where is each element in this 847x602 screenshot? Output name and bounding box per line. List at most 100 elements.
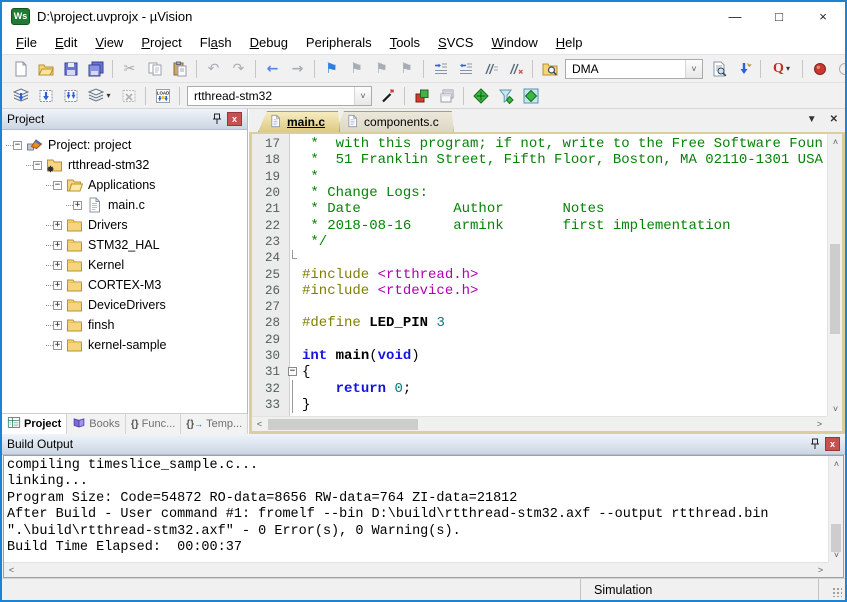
toggle-bookmark-icon[interactable]: ⚑ [319,58,344,80]
build-vertical-scrollbar[interactable]: ˄ ˅ [828,456,843,562]
navigate-forward-icon[interactable]: → [285,58,310,80]
panel-tab-books[interactable]: Books [67,414,126,434]
tree-item-kernel[interactable]: +Kernel [2,255,247,275]
menu-project[interactable]: Project [132,32,190,53]
funnel-diamond-icon[interactable] [493,85,518,107]
open-file-icon[interactable] [33,58,58,80]
editor-vertical-scrollbar[interactable]: ˄ ˅ [827,134,842,416]
expand-icon[interactable]: + [53,241,62,250]
tree-item-kernel-sample[interactable]: +kernel-sample [2,335,247,355]
tree-item-applications[interactable]: −Applications [2,175,247,195]
window-stack-icon[interactable] [434,85,459,107]
build-horizontal-scrollbar[interactable]: ˂ ˃ [4,562,828,577]
translate-icon[interactable] [8,85,33,107]
scroll-down-icon[interactable]: ˅ [828,401,843,416]
find-in-files-icon[interactable] [537,58,562,80]
editor-horizontal-scrollbar[interactable]: ˂ ˃ [252,416,827,431]
pin-icon[interactable] [808,437,822,451]
editor-tab-components-c[interactable]: components.c [335,111,454,132]
scroll-left-icon[interactable]: ˂ [4,563,19,578]
green-diamond-icon[interactable] [468,85,493,107]
expand-icon[interactable]: + [53,321,62,330]
toggle-breakpoint-icon[interactable] [807,58,832,80]
expand-icon[interactable]: + [53,221,62,230]
editor-hscroll-thumb[interactable] [268,419,418,430]
next-bookmark-icon[interactable]: ⚑ [369,58,394,80]
scroll-right-icon[interactable]: ˃ [812,417,827,432]
boxed-diamond-icon[interactable] [518,85,543,107]
collapse-icon[interactable]: − [53,181,62,190]
tree-item-stm32-hal[interactable]: +STM32_HAL [2,235,247,255]
panel-tab-func[interactable]: {}Func... [126,414,181,434]
editor-tab-main-c[interactable]: main.c [258,111,340,132]
menu-svcs[interactable]: SVCS [429,32,482,53]
tree-item-finsh[interactable]: +finsh [2,315,247,335]
incremental-find-icon[interactable] [731,58,756,80]
pin-icon[interactable] [210,112,224,126]
target-select[interactable]: rtthread-stm32˅ [187,86,372,106]
undo-icon[interactable]: ↶ [201,58,226,80]
build-icon[interactable] [33,85,58,107]
new-file-icon[interactable] [8,58,33,80]
close-document-icon[interactable]: ✕ [830,114,838,125]
search-combo-dropdown-icon[interactable]: ˅ [685,60,702,78]
comment-selection-icon[interactable] [478,58,503,80]
expand-icon[interactable]: + [53,261,62,270]
uncomment-selection-icon[interactable] [503,58,528,80]
resize-grip[interactable] [818,579,845,600]
tree-item-main-c[interactable]: +main.c [2,195,247,215]
code-viewport[interactable]: 17 * with this program; if not, write to… [252,134,827,416]
copy-icon[interactable] [142,58,167,80]
maximize-button[interactable]: □ [757,2,801,30]
expand-icon[interactable]: + [53,341,62,350]
tree-item-devicedrivers[interactable]: +DeviceDrivers [2,295,247,315]
expand-icon[interactable]: + [53,281,62,290]
search-combo[interactable]: DMA˅ [565,59,703,79]
save-all-icon[interactable] [83,58,108,80]
tree-item-drivers[interactable]: +Drivers [2,215,247,235]
scroll-right-icon[interactable]: ˃ [813,563,828,578]
build-output-close-icon[interactable]: x [825,437,840,451]
panel-tab-temp[interactable]: {}→Temp... [181,414,248,434]
target-options-icon[interactable] [375,85,400,107]
tree-item-cortex-m3[interactable]: +CORTEX-M3 [2,275,247,295]
project-panel-close-icon[interactable]: x [227,112,242,126]
cut-icon[interactable]: ✂ [117,58,142,80]
batch-build-icon[interactable]: ▾ [83,85,116,107]
target-select-dropdown-icon[interactable]: ˅ [354,87,371,105]
scroll-left-icon[interactable]: ˂ [252,417,267,432]
menu-file[interactable]: File [7,32,46,53]
download-to-flash-icon[interactable]: LOAD [150,85,175,107]
prev-bookmark-icon[interactable]: ⚑ [344,58,369,80]
menu-tools[interactable]: Tools [381,32,429,53]
indent-selection-icon[interactable] [428,58,453,80]
editor-vscroll-thumb[interactable] [830,244,840,334]
find-in-files-dialog-icon[interactable] [706,58,731,80]
menu-help[interactable]: Help [547,32,592,53]
quick-search-caret-icon[interactable]: ▾ [786,64,790,73]
collapse-icon[interactable]: − [13,141,22,150]
close-button[interactable]: × [801,2,845,30]
rebuild-icon[interactable] [58,85,83,107]
clear-bookmarks-icon[interactable]: ⚑ [394,58,419,80]
stop-build-icon[interactable] [116,85,141,107]
quick-search-icon[interactable]: Q▾ [765,58,798,80]
menu-flash[interactable]: Flash [191,32,241,53]
outdent-selection-icon[interactable] [453,58,478,80]
panel-tab-project[interactable]: Project [2,414,67,434]
red-green-cube-icon[interactable] [409,85,434,107]
paste-icon[interactable] [167,58,192,80]
menu-edit[interactable]: Edit [46,32,86,53]
minimize-button[interactable]: — [713,2,757,30]
menu-debug[interactable]: Debug [241,32,297,53]
build-output-text[interactable]: compiling timeslice_sample.c...linking..… [4,456,828,562]
menu-peripherals[interactable]: Peripherals [297,32,381,53]
scroll-up-icon[interactable]: ˄ [829,456,844,471]
tree-item-project-project[interactable]: −Project: project [2,135,247,155]
navigate-back-icon[interactable]: ← [260,58,285,80]
scroll-up-icon[interactable]: ˄ [828,134,843,149]
menu-view[interactable]: View [86,32,132,53]
fold-column[interactable]: − [285,364,302,380]
batch-build-caret-icon[interactable]: ▾ [106,91,110,100]
tree-item-rtthread-stm32[interactable]: −rtthread-stm32 [2,155,247,175]
